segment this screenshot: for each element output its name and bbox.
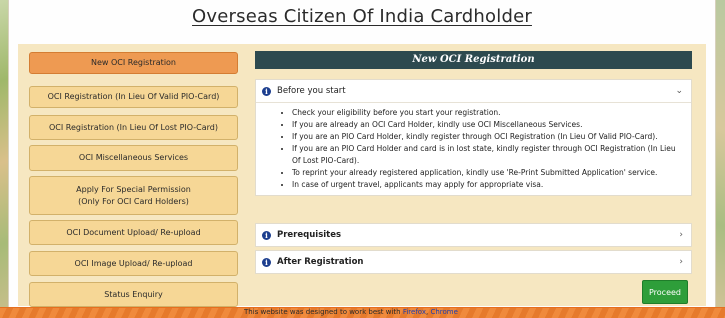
accordion-header-prerequisites[interactable]: i Prerequisites › [256, 224, 691, 246]
footer-message: This website was designed to work best w… [244, 308, 401, 316]
accordion-before-you-start: i Before you start ⌄ Check your eligibil… [255, 79, 692, 196]
list-item: To reprint your already registered appli… [292, 167, 681, 179]
sidebar-item-oci-registration-lost-pio[interactable]: OCI Registration (In Lieu Of Lost PIO-Ca… [29, 115, 238, 140]
page-title: Overseas Citizen Of India Cardholder [192, 6, 532, 27]
accordion-title: Before you start [277, 86, 346, 96]
footer-link-firefox[interactable]: Firefox [403, 308, 426, 316]
main-panel: New OCI Registration OCI Registration (I… [18, 44, 706, 307]
sidebar-item-oci-document-upload[interactable]: OCI Document Upload/ Re-upload [29, 220, 238, 245]
sidebar-item-oci-registration-valid-pio[interactable]: OCI Registration (In Lieu Of Valid PIO-C… [29, 86, 238, 108]
sidebar-item-oci-miscellaneous-services[interactable]: OCI Miscellaneous Services [29, 145, 238, 171]
proceed-button[interactable]: Proceed [642, 280, 688, 304]
chevron-right-icon[interactable]: › [679, 230, 683, 240]
accordion-title: After Registration [277, 257, 364, 267]
content-heading: New OCI Registration [255, 51, 692, 69]
footer-link-chrome[interactable]: Chrome [430, 308, 457, 316]
content-area: New OCI Registration i Before you start … [255, 51, 696, 304]
accordion-prerequisites: i Prerequisites › [255, 223, 692, 247]
sidebar-item-oci-image-upload[interactable]: OCI Image Upload/ Re-upload [29, 251, 238, 276]
sidebar-item-special-permission[interactable]: Apply For Special Permission (Only For O… [29, 176, 238, 215]
info-icon: i [262, 86, 271, 96]
footer-bar: This website was designed to work best w… [0, 307, 725, 318]
list-item: In case of urgent travel, applicants may… [292, 179, 681, 191]
accordion-header-after-registration[interactable]: i After Registration › [256, 251, 691, 273]
accordion-after-registration: i After Registration › [255, 250, 692, 274]
info-icon: i [262, 257, 271, 267]
sidebar-item-new-oci-registration[interactable]: New OCI Registration [29, 52, 238, 74]
footer-text: This website was designed to work best w… [244, 308, 458, 316]
accordion-header-before-you-start[interactable]: i Before you start ⌄ [256, 80, 691, 102]
accordion-body-before-you-start: Check your eligibility before you start … [256, 102, 691, 195]
list-item: If you are an PIO Card Holder and card i… [292, 143, 681, 167]
sidebar-item-status-enquiry[interactable]: Status Enquiry [29, 282, 238, 307]
info-icon: i [262, 230, 271, 240]
list-item: If you are an PIO Card Holder, kindly re… [292, 131, 681, 143]
page-container: Overseas Citizen Of India Cardholder New… [8, 0, 716, 317]
chevron-right-icon[interactable]: › [679, 257, 683, 267]
chevron-down-icon[interactable]: ⌄ [675, 86, 683, 96]
list-item: If you are already an OCI Card Holder, k… [292, 119, 681, 131]
accordion-title: Prerequisites [277, 230, 342, 240]
list-item: Check your eligibility before you start … [292, 107, 681, 119]
